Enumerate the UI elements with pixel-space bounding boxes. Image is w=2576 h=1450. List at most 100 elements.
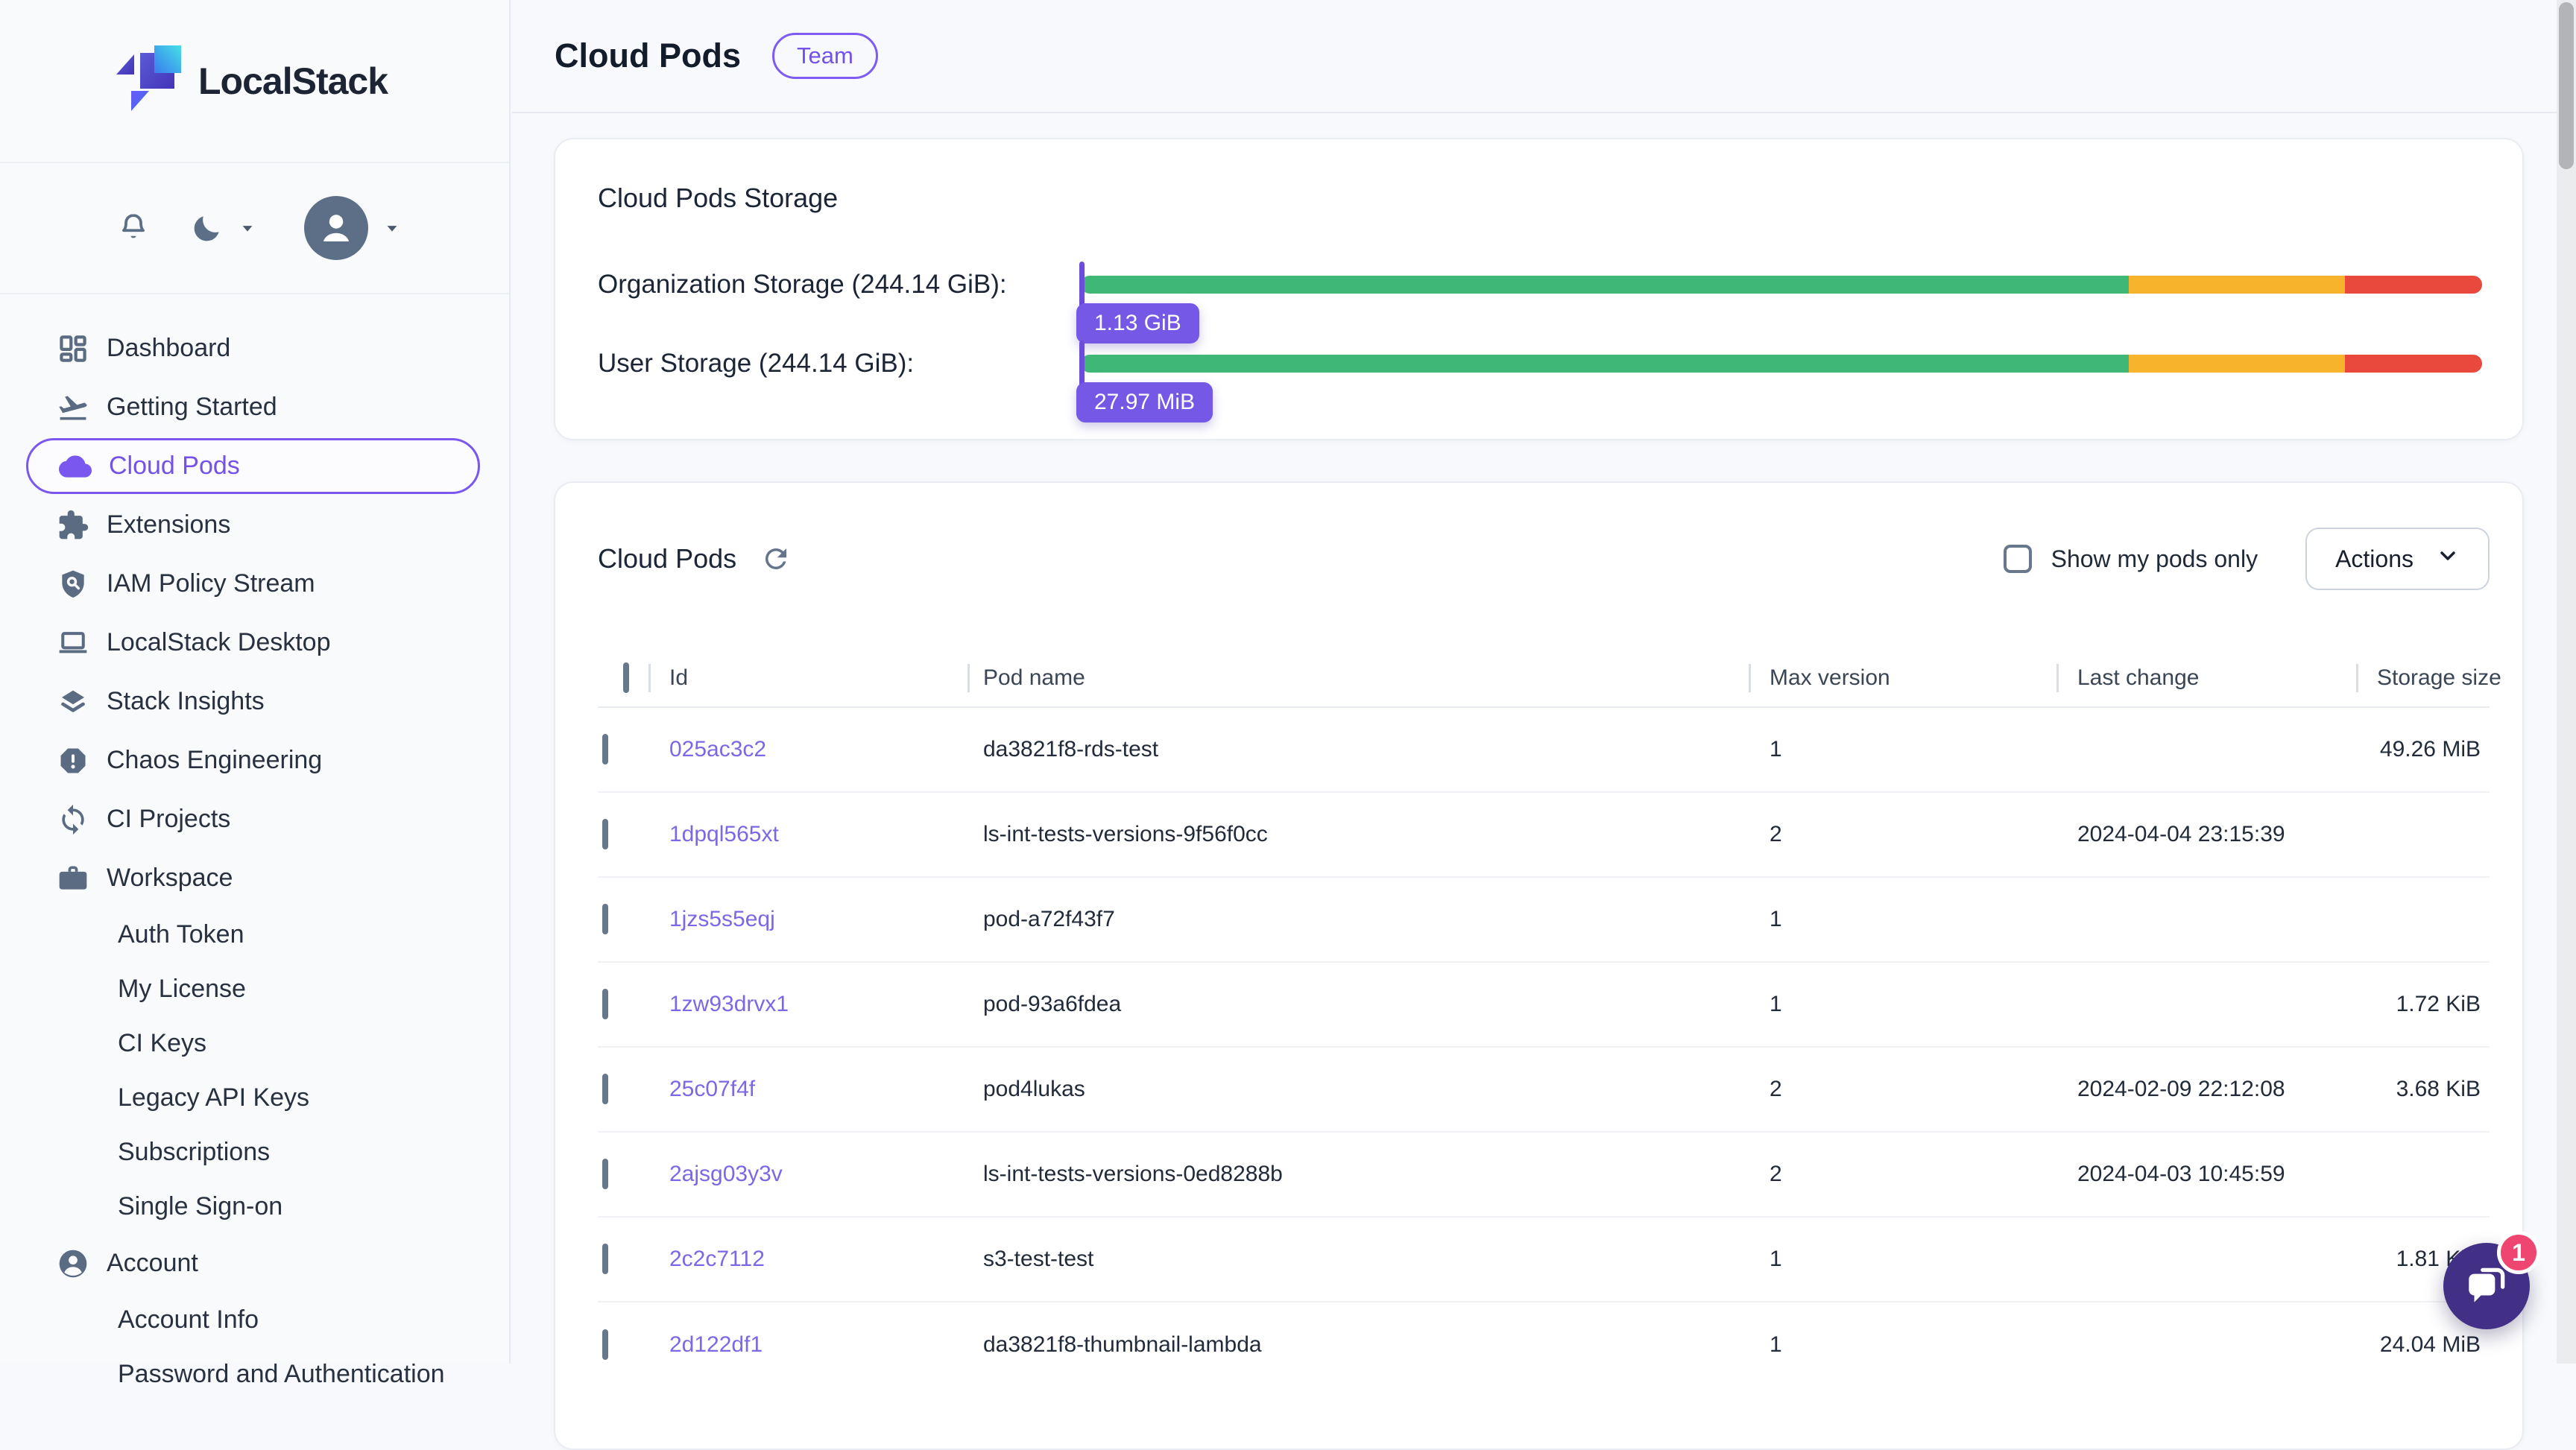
caret-down-icon[interactable] <box>382 218 402 238</box>
sidebar-item-label: Account Info <box>118 1305 259 1335</box>
pod-name: ls-int-tests-versions-9f56f0cc <box>967 822 1749 847</box>
usage-chip-label: 27.97 MiB <box>1076 382 1213 422</box>
max-version: 1 <box>1749 992 2056 1017</box>
sidebar-item-chaos-engineering[interactable]: Chaos Engineering <box>0 731 509 790</box>
actions-button[interactable]: Actions <box>2305 528 2490 590</box>
refresh-icon[interactable] <box>760 543 792 574</box>
sidebar-item-label: Dashboard <box>107 334 230 363</box>
sidebar-subitem-my-license[interactable]: My License <box>0 962 509 1016</box>
column-header-max-version[interactable]: Max version <box>1749 665 2056 691</box>
plane-icon <box>57 391 89 424</box>
sidebar-item-label: Cloud Pods <box>109 452 240 481</box>
sidebar-item-getting-started[interactable]: Getting Started <box>0 378 509 437</box>
sidebar-item-label: Password and Authentication <box>118 1360 445 1389</box>
column-header-last-change[interactable]: Last change <box>2056 665 2356 691</box>
sidebar-item-ci-projects[interactable]: CI Projects <box>0 790 509 849</box>
sidebar-item-extensions[interactable]: Extensions <box>0 496 509 554</box>
pod-id-link[interactable]: 025ac3c2 <box>648 737 967 762</box>
max-version: 2 <box>1749 1162 2056 1187</box>
app-title: LocalStack <box>198 60 388 103</box>
cloud-icon <box>59 450 92 483</box>
sidebar-item-label: CI Keys <box>118 1029 206 1058</box>
pod-name: pod4lukas <box>967 1077 1749 1102</box>
pod-name: ls-int-tests-versions-0ed8288b <box>967 1162 1749 1187</box>
chat-launcher[interactable]: 1 <box>2443 1243 2530 1329</box>
select-all-checkbox[interactable] <box>623 662 629 693</box>
max-version: 2 <box>1749 822 2056 847</box>
table-row: 25c07f4fpod4lukas22024-02-09 22:12:083.6… <box>598 1048 2490 1133</box>
pod-id-link[interactable]: 2ajsg03y3v <box>648 1162 967 1187</box>
sidebar-subitem-account-info[interactable]: Account Info <box>0 1293 509 1347</box>
storage-segment-green <box>1081 276 2129 294</box>
row-checkbox[interactable] <box>602 1074 608 1104</box>
pod-id-link[interactable]: 25c07f4f <box>648 1077 967 1102</box>
sidebar-subitem-single-sign-on[interactable]: Single Sign-on <box>0 1180 509 1234</box>
storage-bar: 1.13 GiB <box>1081 276 2482 294</box>
pod-id-link[interactable]: 1jzs5s5eqj <box>648 907 967 932</box>
briefcase-icon <box>57 862 89 895</box>
notifications-bell-icon[interactable] <box>116 211 151 245</box>
sidebar-subitem-subscriptions[interactable]: Subscriptions <box>0 1125 509 1180</box>
last-change: 2024-04-04 23:15:39 <box>2056 822 2356 847</box>
row-checkbox[interactable] <box>602 1244 608 1274</box>
pod-name: pod-93a6fdea <box>967 992 1749 1017</box>
row-checkbox[interactable] <box>602 819 608 849</box>
sidebar-item-localstack-desktop[interactable]: LocalStack Desktop <box>0 613 509 672</box>
sidebar-subitem-ci-keys[interactable]: CI Keys <box>0 1016 509 1071</box>
show-my-pods-label: Show my pods only <box>2051 545 2258 573</box>
column-header-storage-size[interactable]: Storage size <box>2356 665 2510 691</box>
sidebar-subitem-password-and-authentication[interactable]: Password and Authentication <box>0 1347 509 1402</box>
logo-section: LocalStack <box>0 0 509 163</box>
sidebar-item-cloud-pods[interactable]: Cloud Pods <box>26 438 480 494</box>
row-checkbox[interactable] <box>602 1329 608 1360</box>
sidebar-item-stack-insights[interactable]: Stack Insights <box>0 672 509 731</box>
storage-row-label: User Storage (244.14 GiB): <box>598 349 1081 379</box>
scrollbar-thumb[interactable] <box>2559 2 2574 169</box>
max-version: 1 <box>1749 1247 2056 1272</box>
storage-card: Cloud Pods Storage Organization Storage … <box>554 138 2524 440</box>
table-row: 1zw93drvx1pod-93a6fdea1 1.72 KiB <box>598 963 2490 1048</box>
sidebar-item-workspace[interactable]: Workspace <box>0 849 509 908</box>
dashboard-icon <box>57 332 89 365</box>
octagon-alert-icon <box>57 744 89 777</box>
storage-row: Organization Storage (244.14 GiB):1.13 G… <box>598 276 2479 294</box>
last-change: 2024-04-03 10:45:59 <box>2056 1162 2356 1187</box>
row-checkbox[interactable] <box>602 989 608 1019</box>
sidebar-item-label: Extensions <box>107 510 230 539</box>
pod-name: da3821f8-thumbnail-lambda <box>967 1332 1749 1358</box>
page-header: Cloud Pods Team <box>512 0 2557 113</box>
pod-id-link[interactable]: 1dpql565xt <box>648 822 967 847</box>
sidebar-item-label: Stack Insights <box>107 687 265 716</box>
sidebar-subitem-auth-token[interactable]: Auth Token <box>0 908 509 962</box>
main-area: Cloud Pods Team Cloud Pods Storage Organ… <box>512 0 2557 1364</box>
sidebar-item-label: IAM Policy Stream <box>107 569 315 598</box>
avatar[interactable] <box>304 196 368 260</box>
storage-size: 49.26 MiB <box>2356 737 2490 762</box>
pod-name: s3-test-test <box>967 1247 1749 1272</box>
table-row: 2d122df1da3821f8-thumbnail-lambda124.04 … <box>598 1302 2490 1387</box>
sidebar-item-dashboard[interactable]: Dashboard <box>0 319 509 378</box>
column-header-pod-name[interactable]: Pod name <box>967 665 1749 691</box>
row-checkbox[interactable] <box>602 904 608 934</box>
pod-id-link[interactable]: 2d122df1 <box>648 1332 967 1358</box>
usage-marker <box>1079 341 1085 387</box>
column-header-id[interactable]: Id <box>648 665 967 691</box>
row-checkbox[interactable] <box>602 734 608 764</box>
sidebar-item-account[interactable]: Account <box>0 1234 509 1293</box>
row-checkbox[interactable] <box>602 1159 608 1189</box>
show-my-pods-checkbox[interactable] <box>2004 545 2032 573</box>
pod-id-link[interactable]: 2c2c7112 <box>648 1247 967 1272</box>
table-row: 1dpql565xtls-int-tests-versions-9f56f0cc… <box>598 793 2490 878</box>
page-scrollbar <box>2557 0 2576 1364</box>
usage-chip-label: 1.13 GiB <box>1076 303 1199 343</box>
sidebar-item-iam-policy-stream[interactable]: IAM Policy Stream <box>0 554 509 613</box>
caret-down-icon[interactable] <box>237 218 258 238</box>
pods-card-title: Cloud Pods <box>598 543 736 574</box>
pod-name: pod-a72f43f7 <box>967 907 1749 932</box>
pod-id-link[interactable]: 1zw93drvx1 <box>648 992 967 1017</box>
table-row: 2ajsg03y3vls-int-tests-versions-0ed8288b… <box>598 1133 2490 1218</box>
sidebar-subitem-legacy-api-keys[interactable]: Legacy API Keys <box>0 1071 509 1125</box>
pods-table-header: Id Pod name Max version Last change Stor… <box>598 650 2490 708</box>
storage-size: 1.72 KiB <box>2356 992 2490 1017</box>
theme-toggle-moon-icon[interactable] <box>189 210 225 246</box>
